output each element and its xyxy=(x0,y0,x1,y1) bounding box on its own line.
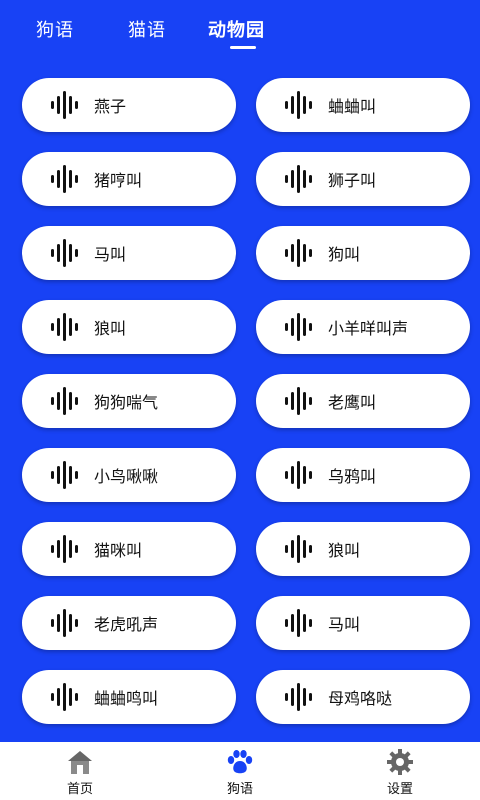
sound-button[interactable]: 马叫 xyxy=(256,596,470,650)
sound-label: 狼叫 xyxy=(94,319,127,338)
sound-button[interactable]: 狗狗喘气 xyxy=(22,374,236,428)
sound-wave-icon xyxy=(51,239,78,267)
sound-label: 小羊咩叫声 xyxy=(328,319,409,338)
sound-button[interactable]: 马叫 xyxy=(22,226,236,280)
sound-label: 马叫 xyxy=(328,615,361,634)
sound-wave-icon xyxy=(285,91,312,119)
sound-label: 乌鸦叫 xyxy=(328,467,377,486)
sound-button[interactable]: 狗叫 xyxy=(256,226,470,280)
gear-icon xyxy=(387,749,413,775)
sound-button[interactable]: 蛐蛐鸣叫 xyxy=(22,670,236,724)
nav-label: 设置 xyxy=(386,782,413,797)
sound-label: 燕子 xyxy=(94,97,127,116)
sound-wave-icon xyxy=(51,461,78,489)
sound-button[interactable]: 母鸡咯哒 xyxy=(256,670,470,724)
sound-label: 蛐蛐鸣叫 xyxy=(94,689,159,708)
sound-wave-icon xyxy=(285,239,312,267)
sound-wave-icon xyxy=(51,165,78,193)
sound-wave-icon xyxy=(285,535,312,563)
sound-button[interactable]: 老鹰叫 xyxy=(256,374,470,428)
nav-home[interactable]: 首页 xyxy=(0,742,160,800)
sound-wave-icon xyxy=(285,165,312,193)
sound-label: 狗叫 xyxy=(328,245,361,264)
sound-button[interactable]: 狼叫 xyxy=(256,522,470,576)
sound-wave-icon xyxy=(51,683,78,711)
sound-label: 母鸡咯哒 xyxy=(328,689,393,708)
sound-grid: 燕子 蛐蛐叫 猪哼叫 狮子叫 马叫 狗叫 狼叫 小羊咩叫声 狗狗喘气 老鹰叫 小… xyxy=(22,78,470,724)
active-tab-indicator xyxy=(230,46,256,49)
nav-label: 狗语 xyxy=(226,782,253,797)
sound-wave-icon xyxy=(51,387,78,415)
tab-label: 动物园 xyxy=(208,20,265,41)
nav-label: 首页 xyxy=(66,782,93,797)
sound-label: 小鸟啾啾 xyxy=(94,467,159,486)
sound-label: 老虎吼声 xyxy=(94,615,159,634)
sound-label: 猫咪叫 xyxy=(94,541,143,560)
sound-label: 狼叫 xyxy=(328,541,361,560)
sound-wave-icon xyxy=(285,387,312,415)
paw-icon xyxy=(227,750,253,774)
sound-label: 狗狗喘气 xyxy=(94,393,159,412)
sound-wave-icon xyxy=(285,313,312,341)
sound-wave-icon xyxy=(51,609,78,637)
nav-settings[interactable]: 设置 xyxy=(320,742,480,800)
sound-wave-icon xyxy=(51,313,78,341)
sound-button[interactable]: 乌鸦叫 xyxy=(256,448,470,502)
sound-button[interactable]: 蛐蛐叫 xyxy=(256,78,470,132)
sound-button[interactable]: 猫咪叫 xyxy=(22,522,236,576)
tab-label: 狗语 xyxy=(36,20,74,41)
tab-cat-language[interactable]: 猫语 xyxy=(128,16,166,42)
sound-wave-icon xyxy=(51,535,78,563)
sound-label: 猪哼叫 xyxy=(94,171,143,190)
sound-button[interactable]: 小鸟啾啾 xyxy=(22,448,236,502)
sound-wave-icon xyxy=(285,683,312,711)
tab-dog-language[interactable]: 狗语 xyxy=(36,16,74,42)
sound-label: 蛐蛐叫 xyxy=(328,97,377,116)
sound-button[interactable]: 狮子叫 xyxy=(256,152,470,206)
tab-zoo[interactable]: 动物园 xyxy=(208,16,265,49)
sound-button[interactable]: 小羊咩叫声 xyxy=(256,300,470,354)
sound-label: 狮子叫 xyxy=(328,171,377,190)
bottom-nav-bar: 首页 狗语 设置 xyxy=(0,742,480,800)
sound-button[interactable]: 狼叫 xyxy=(22,300,236,354)
tab-label: 猫语 xyxy=(128,20,166,41)
sound-label: 马叫 xyxy=(94,245,127,264)
sound-button[interactable]: 老虎吼声 xyxy=(22,596,236,650)
sound-button[interactable]: 猪哼叫 xyxy=(22,152,236,206)
top-tab-bar: 狗语 猫语 动物园 xyxy=(0,0,480,62)
sound-button[interactable]: 燕子 xyxy=(22,78,236,132)
sound-wave-icon xyxy=(51,91,78,119)
nav-dog-language[interactable]: 狗语 xyxy=(160,742,320,800)
sound-wave-icon xyxy=(285,461,312,489)
home-icon xyxy=(68,751,92,774)
sound-wave-icon xyxy=(285,609,312,637)
sound-label: 老鹰叫 xyxy=(328,393,377,412)
